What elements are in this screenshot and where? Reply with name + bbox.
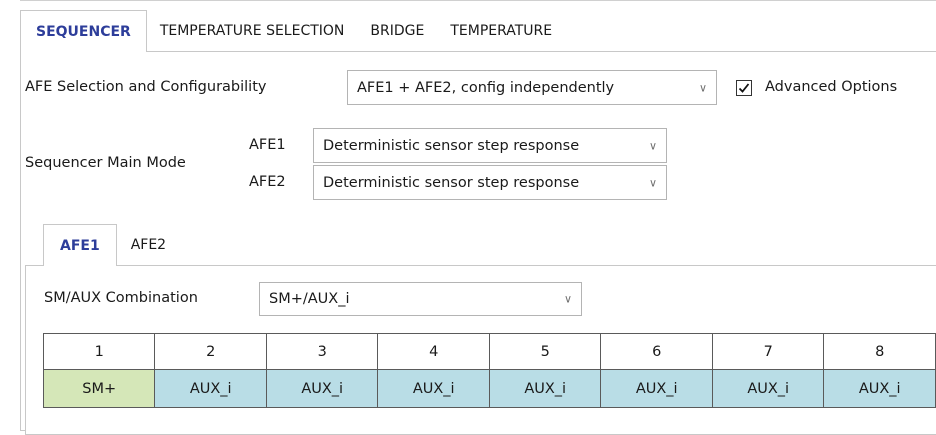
chevron-down-icon: ∨ bbox=[648, 176, 657, 189]
afe2-mode-value: Deterministic sensor step response bbox=[323, 174, 580, 191]
sequence-cell-aux[interactable]: AUX_i bbox=[711, 369, 825, 408]
sm-aux-combination-dropdown[interactable]: SM+/AUX_i ∨ bbox=[259, 282, 582, 316]
tab-afe1[interactable]: AFE1 bbox=[43, 224, 117, 266]
sequence-header-cell: 5 bbox=[488, 333, 602, 370]
afe-selection-value: AFE1 + AFE2, config independently bbox=[357, 79, 615, 96]
afe-selection-label: AFE Selection and Configurability bbox=[25, 79, 267, 95]
sequence-cell-aux[interactable]: AUX_i bbox=[154, 369, 267, 408]
tab-afe2[interactable]: AFE2 bbox=[117, 224, 180, 266]
main-tab-bar: SEQUENCER TEMPERATURE SELECTION BRIDGE T… bbox=[20, 10, 565, 52]
checkmark-icon bbox=[738, 83, 750, 93]
afe-tab-bar: AFE1 AFE2 bbox=[43, 224, 180, 266]
sequence-header-cell: 2 bbox=[154, 333, 267, 370]
advanced-options-checkbox[interactable] bbox=[736, 80, 752, 96]
afe2-mode-dropdown[interactable]: Deterministic sensor step response ∨ bbox=[313, 165, 667, 200]
sequence-cell-aux[interactable]: AUX_i bbox=[488, 369, 602, 408]
afe-selection-dropdown[interactable]: AFE1 + AFE2, config independently ∨ bbox=[347, 70, 717, 105]
chevron-down-icon: ∨ bbox=[698, 81, 707, 94]
tab-label: SEQUENCER bbox=[36, 23, 131, 40]
sequence-cell-aux[interactable]: AUX_i bbox=[600, 369, 713, 408]
sequence-header-cell: 8 bbox=[823, 333, 936, 370]
tab-label: BRIDGE bbox=[370, 23, 425, 39]
sequence-header-row: 1 2 3 4 5 6 7 8 bbox=[42, 333, 936, 370]
sequence-cell-aux[interactable]: AUX_i bbox=[823, 369, 936, 408]
sequence-header-cell: 1 bbox=[42, 333, 156, 370]
sequence-header-cell: 3 bbox=[265, 333, 379, 370]
tab-temperature-selection[interactable]: TEMPERATURE SELECTION bbox=[147, 10, 358, 52]
sm-aux-combination-value: SM+/AUX_i bbox=[269, 291, 350, 307]
afe2-mode-label: AFE2 bbox=[249, 174, 286, 190]
sequence-value-row: SM+ AUX_i AUX_i AUX_i AUX_i AUX_i AUX_i … bbox=[42, 369, 936, 408]
tab-bridge[interactable]: BRIDGE bbox=[357, 10, 437, 52]
sequence-header-cell: 6 bbox=[600, 333, 713, 370]
tab-label: TEMPERATURE bbox=[450, 23, 553, 39]
afe1-mode-label: AFE1 bbox=[249, 137, 286, 153]
tab-sequencer[interactable]: SEQUENCER bbox=[20, 10, 147, 52]
sequence-cell-aux[interactable]: AUX_i bbox=[265, 369, 379, 408]
tab-label: TEMPERATURE SELECTION bbox=[159, 23, 345, 39]
chevron-down-icon: ∨ bbox=[563, 292, 572, 306]
sequence-cell-sm[interactable]: SM+ bbox=[42, 369, 156, 408]
sequencer-main-mode-label: Sequencer Main Mode bbox=[25, 155, 186, 171]
tab-label: AFE1 bbox=[60, 237, 100, 254]
sequence-header-cell: 4 bbox=[377, 333, 490, 370]
chevron-down-icon: ∨ bbox=[648, 139, 657, 152]
sm-aux-combination-label: SM/AUX Combination bbox=[44, 290, 198, 306]
tab-strip-top-border bbox=[20, 0, 936, 1]
sequence-header-cell: 7 bbox=[711, 333, 825, 370]
advanced-options-label: Advanced Options bbox=[765, 79, 898, 95]
sequence-cell-aux[interactable]: AUX_i bbox=[377, 369, 490, 408]
afe1-mode-dropdown[interactable]: Deterministic sensor step response ∨ bbox=[313, 128, 667, 163]
tab-label: AFE2 bbox=[130, 237, 167, 253]
afe1-mode-value: Deterministic sensor step response bbox=[323, 137, 580, 154]
tab-temperature[interactable]: TEMPERATURE bbox=[437, 10, 565, 52]
sequence-table: 1 2 3 4 5 6 7 8 SM+ AUX_i AUX_i AUX_i AU… bbox=[42, 333, 936, 408]
